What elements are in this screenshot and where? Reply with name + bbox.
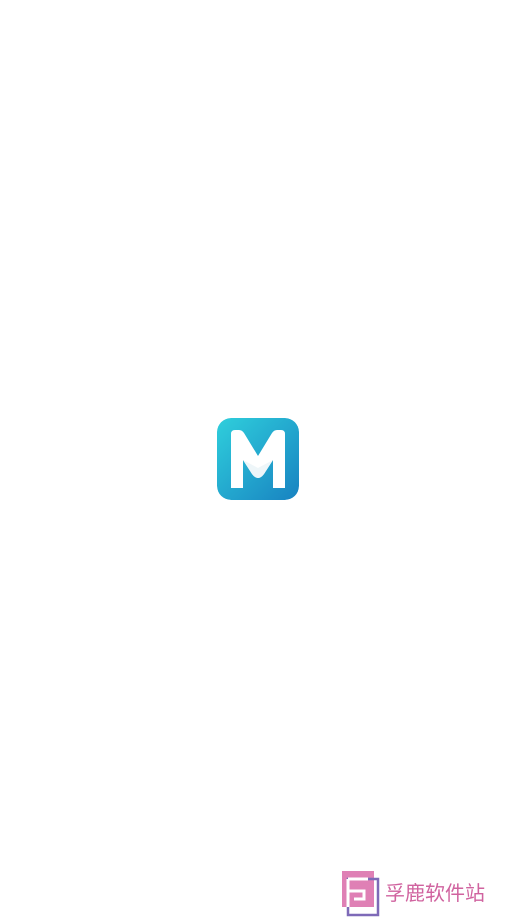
splash-screen: 孚鹿软件站 (0, 0, 516, 919)
f-square-logo-icon (340, 869, 380, 917)
app-logo-icon (217, 418, 299, 500)
m-letter-icon (217, 418, 299, 500)
watermark-text: 孚鹿软件站 (385, 881, 485, 905)
watermark: 孚鹿软件站 (340, 869, 485, 917)
